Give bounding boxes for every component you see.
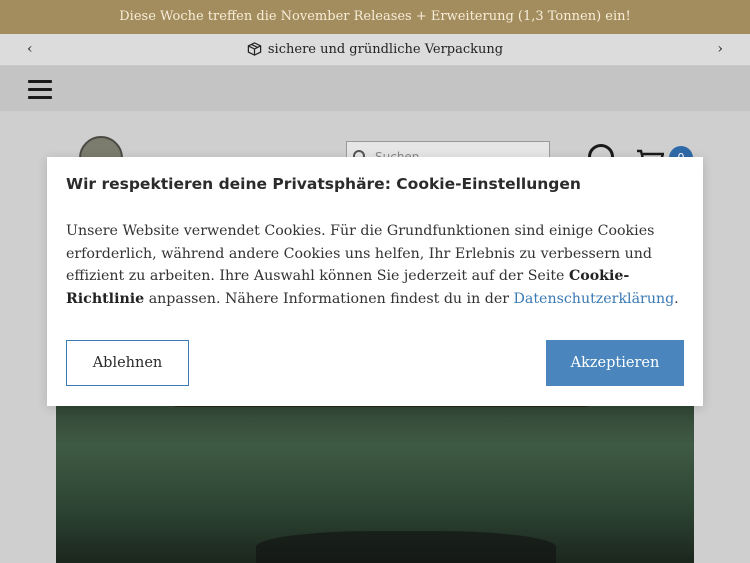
cookie-text-end: .	[674, 290, 679, 307]
cookie-dialog-text: Unsere Website verwendet Cookies. Für di…	[66, 220, 684, 310]
privacy-policy-link[interactable]: Datenschutzerklärung	[514, 291, 675, 307]
cookie-dialog-title: Wir respektieren deine Privatsphäre: Coo…	[66, 175, 581, 193]
cookie-consent-dialog: Wir respektieren deine Privatsphäre: Coo…	[47, 157, 703, 406]
cookie-text-part1: Unsere Website verwendet Cookies. Für di…	[66, 223, 655, 284]
decline-cookies-button[interactable]: Ablehnen	[66, 340, 189, 386]
accept-cookies-button[interactable]: Akzeptieren	[546, 340, 684, 386]
cookie-text-part2: anpassen. Nähere Informationen findest d…	[144, 290, 514, 307]
